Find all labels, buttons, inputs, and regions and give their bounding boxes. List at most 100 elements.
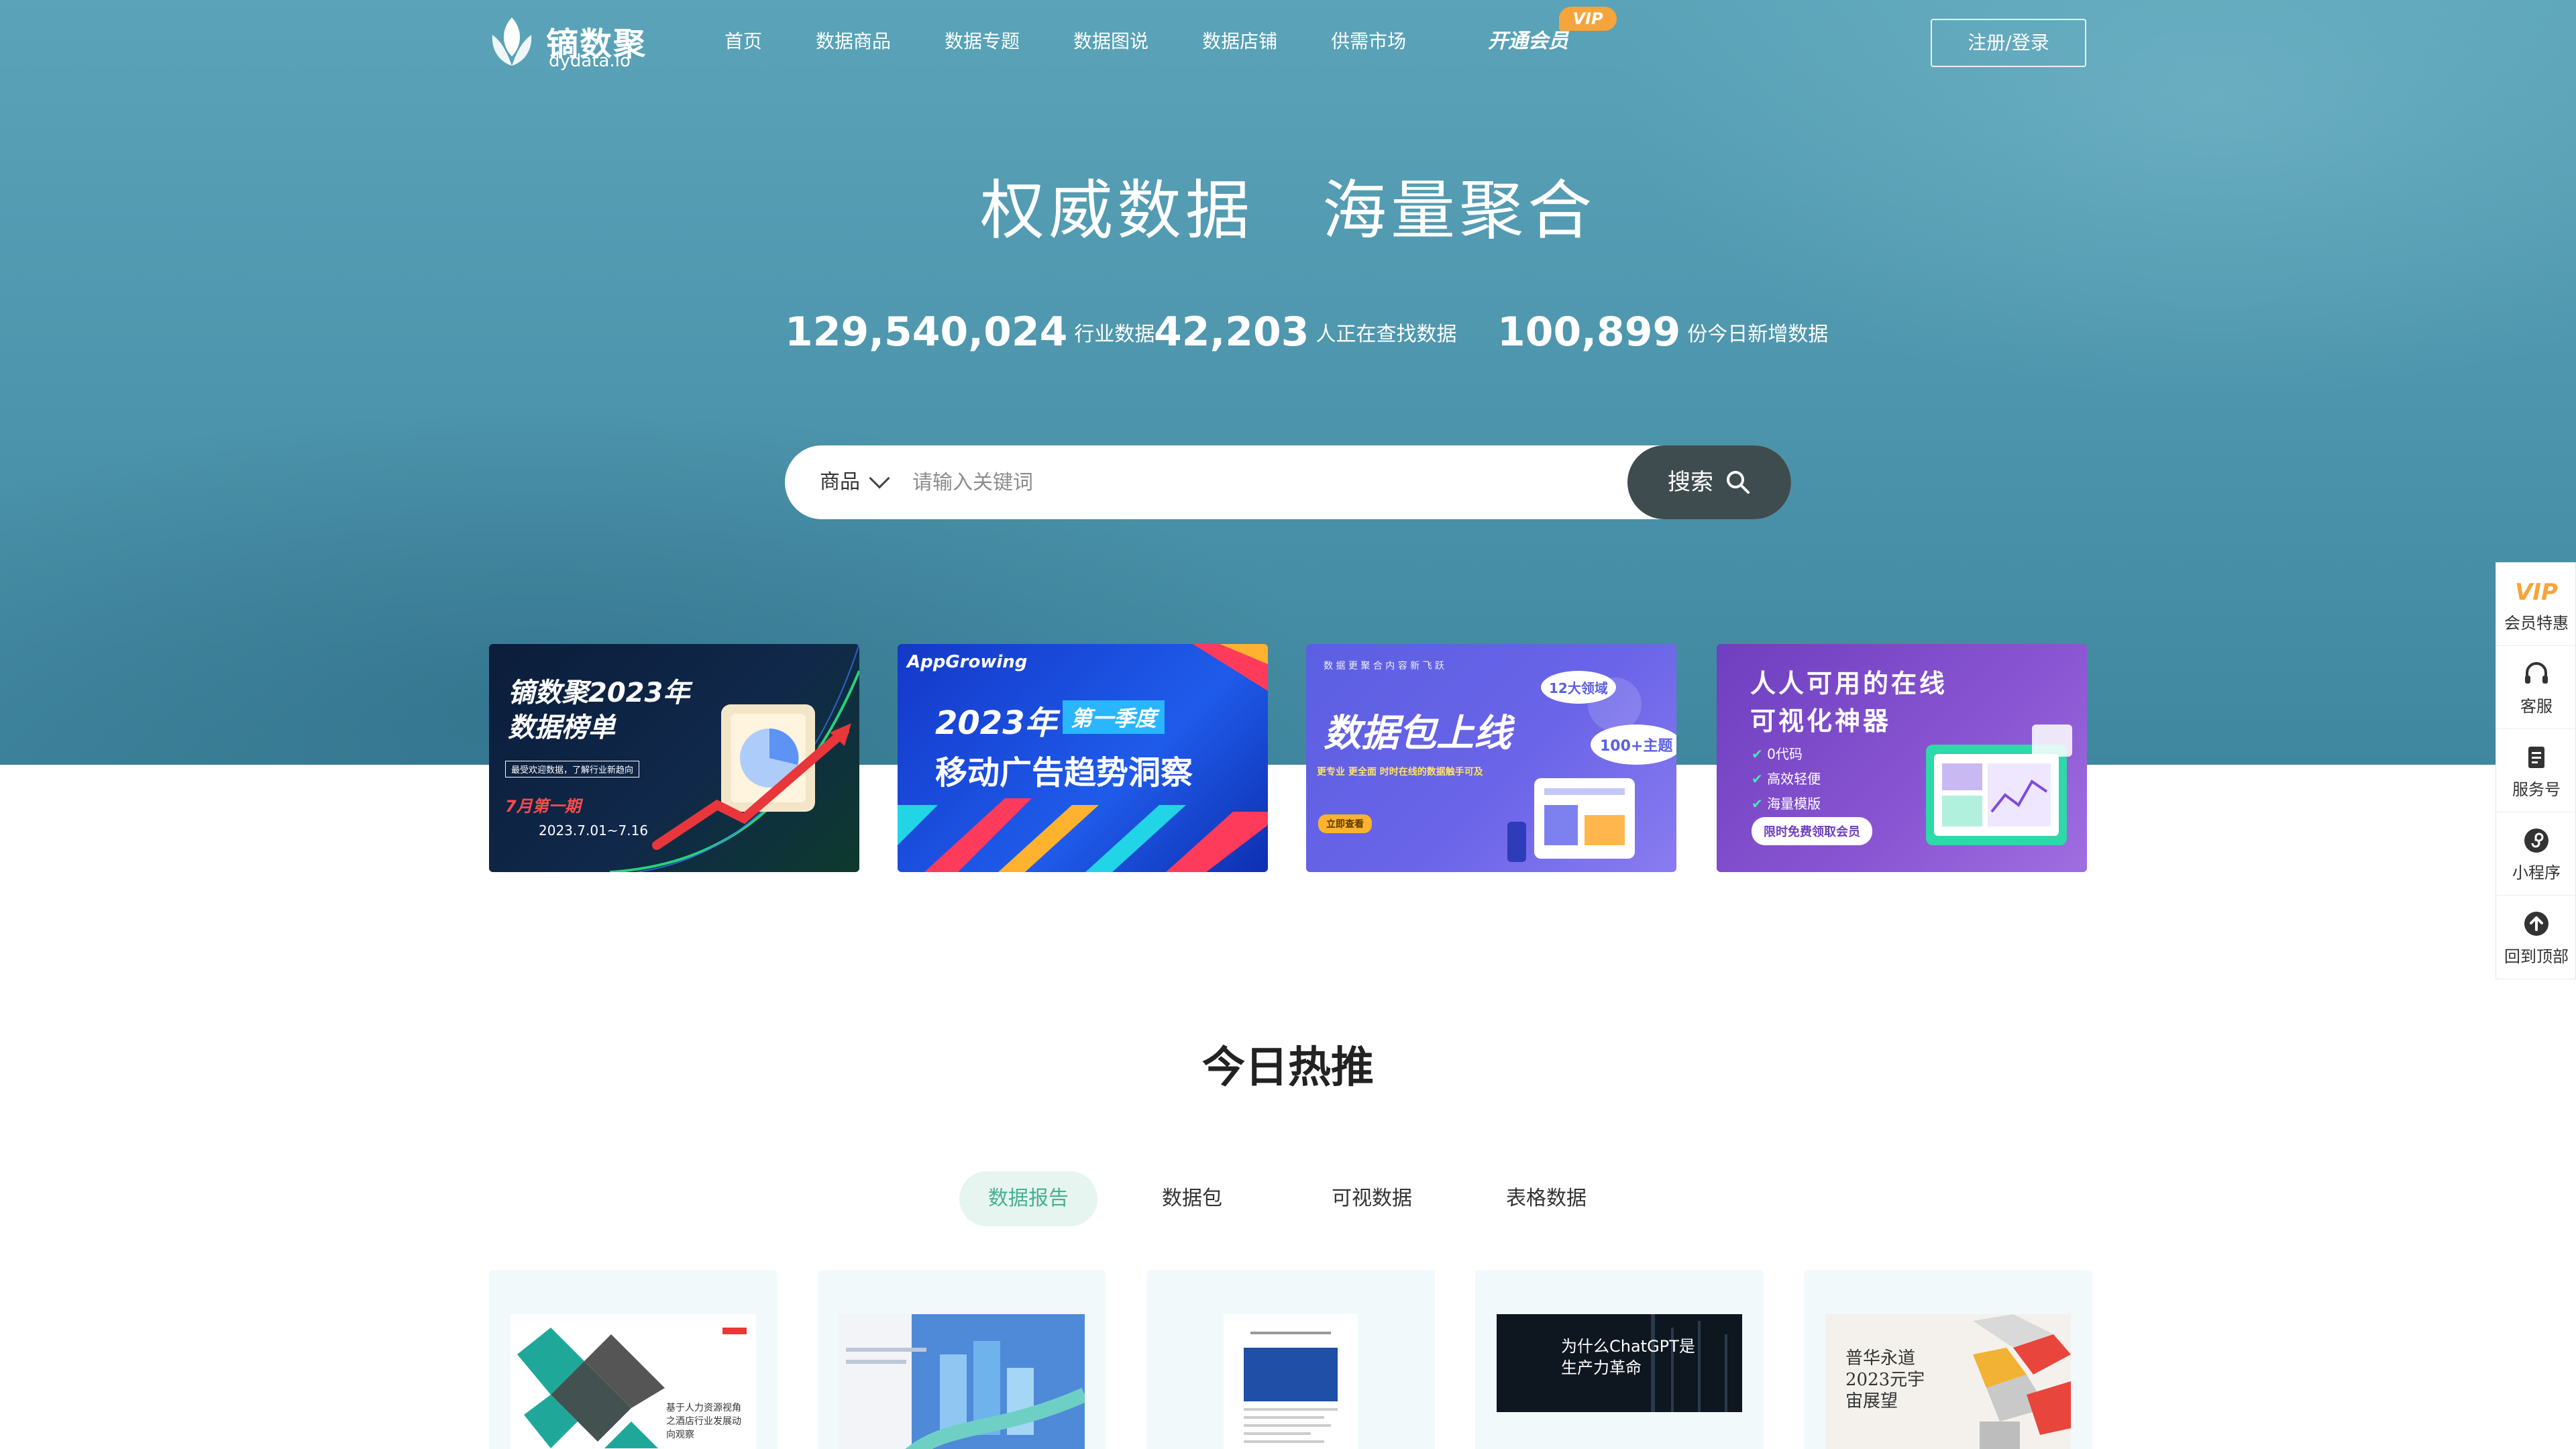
report-card[interactable] [1146, 1270, 1435, 1449]
stat-number: 129,540,024 [785, 309, 1068, 356]
chevron-down-icon[interactable] [869, 468, 890, 489]
banner-visualization-tool[interactable]: 人人可用的在线 可视化神器 ✔ 0代码 ✔ 高效轻便 ✔ 海量模版 限时免费领取… [1717, 644, 2087, 872]
banner-brand: AppGrowing [907, 652, 1028, 672]
tab-table-data[interactable]: 表格数据 [1489, 1171, 1603, 1226]
report-thumbnail [1224, 1314, 1358, 1449]
sidebar-label: 客服 [2520, 697, 2553, 716]
report-cover-art [846, 1314, 1085, 1449]
stat-industry-data: 129,540,024 行业数据 [785, 309, 1155, 356]
logo[interactable]: 镝数聚 dydata.io [488, 15, 649, 71]
sidebar-item-support[interactable]: 客服 [2496, 646, 2576, 729]
check-icon: ✔ [1752, 746, 1768, 762]
arrow-up-icon [2524, 912, 2548, 936]
tab-data-packages[interactable]: 数据包 [1148, 1171, 1236, 1226]
nav-vip-membership[interactable]: 开通会员 VIP [1488, 7, 1617, 59]
hot-tabs: 数据报告 数据包 可视数据 表格数据 [959, 1171, 1630, 1226]
banner-issue: 7月第一期 [505, 797, 581, 816]
nav-data-graphics[interactable]: 数据图说 [1073, 24, 1148, 59]
banner-feature-list: ✔ 0代码 ✔ 高效轻便 ✔ 海量模版 [1752, 743, 1821, 812]
banner-data-ranking[interactable]: 镝数聚2023年 数据榜单 最受欢迎数据，了解行业新趋向 7月第一期 2023.… [489, 644, 859, 872]
report-thumbnail: 基于人力资源视角之酒店行业发展动向观察 [511, 1314, 756, 1449]
nav-data-topics[interactable]: 数据专题 [945, 24, 1020, 59]
banner-cta: 限时免费领取会员 [1752, 817, 1872, 845]
sidebar-item-mini-program[interactable]: 小程序 [2496, 812, 2576, 896]
stats-bar: 129,540,024 行业数据 42,203 人正在查找数据 100,899 份今日… [785, 309, 1828, 362]
stat-label: 份今日新增数据 [1687, 323, 1829, 346]
report-cover-title: 为什么ChatGPT是生产力革命 [1561, 1337, 1695, 1377]
nav-data-stores[interactable]: 数据店铺 [1202, 24, 1277, 59]
banner-bubble-domains: 12大领域 [1541, 671, 1616, 704]
report-cover-title: 普华永道 2023元宇宙展望 [1845, 1348, 1925, 1411]
sidebar-item-service-account[interactable]: 服务号 [2496, 729, 2576, 812]
stat-label: 行业数据 [1074, 323, 1155, 346]
sidebar-label: 回到顶部 [2504, 947, 2569, 966]
mini-program-icon [2524, 828, 2548, 853]
banner-title-line2: 可视化神器 [1750, 706, 1892, 736]
report-thumbnail: 普华永道 2023元宇宙展望 [1825, 1314, 2071, 1449]
logo-leaf-icon [492, 17, 532, 66]
section-title-hot: 今日热推 [1202, 1043, 1374, 1093]
banner-title: 数据包上线 [1324, 712, 1511, 755]
report-thumbnail: 为什么ChatGPT是生产力革命 [1497, 1314, 1742, 1412]
nav-data-products[interactable]: 数据商品 [816, 24, 891, 59]
banner-quarter: 第一季度 [1063, 700, 1165, 734]
main-nav: 首页 数据商品 数据专题 数据图说 数据店铺 供需市场 [724, 24, 1460, 59]
sidebar-label: 小程序 [2512, 863, 2561, 882]
check-icon: ✔ [1752, 796, 1768, 812]
search-bar: 商品 搜索 [785, 445, 1791, 519]
sidebar-label: 会员特惠 [2504, 614, 2569, 633]
report-card[interactable] [818, 1270, 1106, 1449]
vip-badge: VIP [1559, 7, 1617, 31]
banner-cta: 立即查看 [1318, 814, 1372, 833]
banner-feature: ✔ 海量模版 [1752, 796, 1821, 812]
banner-title-line2: 数据榜单 [508, 712, 615, 743]
sidebar-label: 服务号 [2512, 780, 2561, 799]
stat-number: 42,203 [1154, 309, 1309, 356]
tab-visual-data[interactable]: 可视数据 [1315, 1171, 1429, 1226]
nav-supply-demand[interactable]: 供需市场 [1331, 24, 1406, 59]
report-cover-art [1244, 1332, 1338, 1443]
banner-top-line: 数 据 更 聚 合 内 容 新 飞 跃 [1324, 661, 1445, 672]
logo-domain: dydata.io [549, 51, 631, 71]
banner-title-line1: 人人可用的在线 [1750, 669, 1948, 698]
report-card[interactable]: 为什么ChatGPT是生产力革命 [1475, 1270, 1764, 1449]
headset-icon [2525, 662, 2548, 684]
banner-year: 2023年 [935, 704, 1057, 742]
banner-tagline: 最受欢迎数据，了解行业新趋向 [505, 761, 640, 777]
search-icon [1727, 471, 1750, 494]
banner-subtitle: 更专业 更全面 时时在线的数据触手可及 [1317, 767, 1483, 777]
banner-feature: ✔ 0代码 [1752, 746, 1803, 762]
report-cover-title: 基于人力资源视角之酒店行业发展动向观察 [666, 1403, 741, 1440]
search-button[interactable]: 搜索 [1627, 445, 1791, 519]
nav-home[interactable]: 首页 [724, 24, 762, 59]
sidebar-item-vip[interactable]: VIP 会员特惠 [2496, 563, 2576, 646]
banner-feature: ✔ 高效轻便 [1752, 771, 1821, 787]
stat-searching-users: 42,203 人正在查找数据 [1154, 309, 1457, 356]
vip-icon: VIP [2515, 579, 2558, 606]
banner-mobile-ad-trends[interactable]: AppGrowing 2023年 第一季度 移动广告趋势洞察 [898, 644, 1268, 872]
document-icon [2528, 747, 2544, 768]
promo-banners: 镝数聚2023年 数据榜单 最受欢迎数据，了解行业新趋向 7月第一期 2023.… [489, 644, 2087, 872]
hero-title: 权威数据 海量聚合 [980, 173, 1596, 248]
tab-data-reports[interactable]: 数据报告 [959, 1171, 1097, 1226]
report-thumbnail [839, 1314, 1085, 1449]
vip-label: 开通会员 [1488, 30, 1568, 53]
banner-bubble-topics: 100+主题 [1591, 724, 1676, 765]
report-card[interactable]: 基于人力资源视角之酒店行业发展动向观察 [489, 1270, 777, 1449]
stat-new-today: 100,899 份今日新增数据 [1497, 309, 1828, 356]
register-login-button[interactable]: 注册/登录 [1931, 19, 2086, 67]
report-card[interactable]: 普华永道 2023元宇宙展望 [1804, 1270, 2092, 1449]
banner-data-package-launch[interactable]: 数 据 更 聚 合 内 容 新 飞 跃 数据包上线 更专业 更全面 时时在线的数… [1306, 644, 1676, 872]
sidebar-item-back-to-top[interactable]: 回到顶部 [2496, 896, 2576, 979]
banner-title-line1: 镝数聚2023年 [508, 678, 690, 708]
check-icon: ✔ [1752, 771, 1768, 787]
stat-number: 100,899 [1497, 309, 1681, 356]
search-input[interactable] [912, 462, 1717, 502]
search-type-select[interactable]: 商品 [820, 445, 860, 519]
banner-date: 2023.7.01~7.16 [539, 822, 649, 839]
search-button-label: 搜索 [1668, 469, 1713, 496]
banner-title: 移动广告趋势洞察 [935, 754, 1193, 792]
stat-label: 人正在查找数据 [1316, 323, 1457, 346]
hot-report-cards: 基于人力资源视角之酒店行业发展动向观察 为什么ChatGPT是生产力革命 普华永… [489, 1270, 2092, 1449]
floating-sidebar: VIP 会员特惠 客服 服务号 小程序 回到顶部 [2496, 562, 2576, 979]
